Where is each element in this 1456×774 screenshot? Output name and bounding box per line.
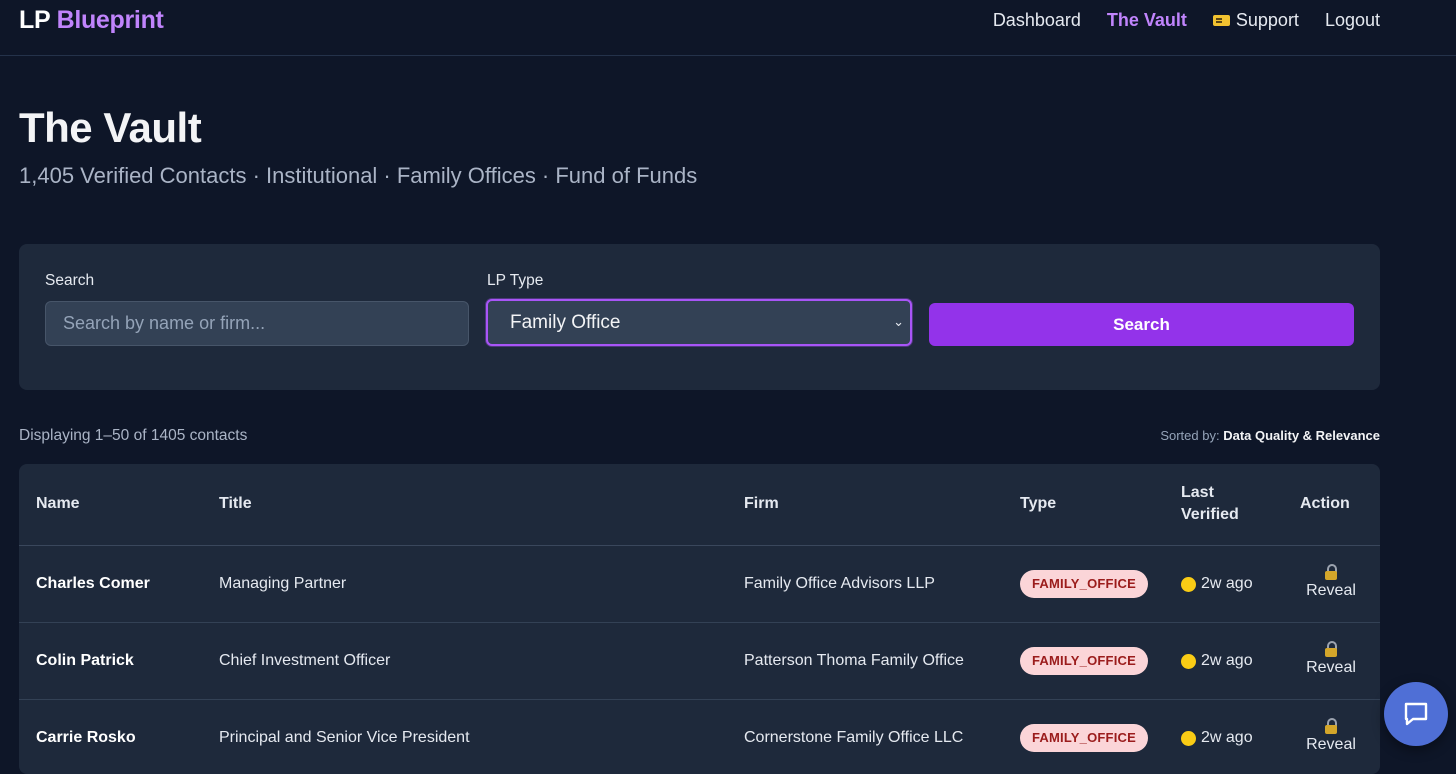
reveal-label: Reveal [1306, 659, 1356, 676]
search-button[interactable]: Search [929, 303, 1354, 346]
sort-label: Sorted by: [1160, 428, 1220, 443]
brand-name: Blueprint [56, 6, 164, 34]
last-verified: 2w ago [1181, 729, 1253, 747]
reveal-button[interactable]: Reveal [1301, 641, 1361, 677]
contact-firm: Cornerstone Family Office LLC [744, 729, 964, 746]
reveal-button[interactable]: Reveal [1301, 564, 1361, 600]
column-header-type[interactable]: Type [1020, 495, 1056, 513]
table-row: Colin Patrick Chief Investment Officer P… [19, 623, 1380, 700]
contact-title: Principal and Senior Vice President [219, 729, 470, 746]
chat-button[interactable] [1384, 682, 1448, 746]
column-header-last-verified[interactable]: Last Verified [1181, 484, 1239, 524]
column-header-title[interactable]: Title [219, 495, 252, 513]
lp-type-select[interactable]: Family Office ⌄ [486, 299, 912, 346]
main-nav: Dashboard The Vault Support Logout [993, 10, 1380, 31]
table-row: Carrie Rosko Principal and Senior Vice P… [19, 700, 1380, 774]
reveal-label: Reveal [1306, 582, 1356, 599]
contacts-table: Name Title Firm Type Last Verified Actio… [19, 464, 1380, 774]
last-verified: 2w ago [1181, 652, 1253, 670]
contact-title: Managing Partner [219, 575, 347, 592]
last-verified-text: 2w ago [1201, 575, 1253, 592]
sort-indicator: Sorted by: Data Quality & Relevance [1160, 428, 1380, 443]
reveal-label: Reveal [1306, 736, 1356, 753]
type-badge: FAMILY_OFFICE [1020, 647, 1148, 675]
brand-logo[interactable]: LP Blueprint [19, 6, 164, 35]
column-header-last-verified-line2: Verified [1181, 506, 1239, 523]
reveal-button[interactable]: Reveal [1301, 718, 1361, 754]
chevron-down-icon: ⌄ [893, 314, 904, 329]
type-badge: FAMILY_OFFICE [1020, 724, 1148, 752]
nav-support-label: Support [1235, 10, 1299, 30]
column-header-action: Action [1300, 495, 1350, 512]
ticket-icon [1212, 15, 1230, 26]
contact-name: Charles Comer [36, 575, 150, 592]
column-header-firm[interactable]: Firm [744, 495, 779, 513]
page-title: The Vault [19, 104, 202, 151]
last-verified-text: 2w ago [1201, 729, 1253, 746]
contact-firm: Patterson Thoma Family Office [744, 652, 964, 669]
status-dot-icon [1181, 576, 1196, 592]
table-row: Charles Comer Managing Partner Family Of… [19, 546, 1380, 623]
nav-support[interactable]: Support [1212, 10, 1299, 31]
lp-type-selected-value: Family Office [510, 311, 621, 333]
lock-icon [1324, 641, 1338, 657]
column-header-last-verified-line1: Last [1181, 484, 1214, 501]
last-verified: 2w ago [1181, 575, 1253, 593]
lock-icon [1324, 718, 1338, 734]
chat-bubble-icon [1404, 702, 1428, 726]
last-verified-text: 2w ago [1201, 652, 1253, 669]
brand-prefix: LP [19, 6, 50, 34]
status-dot-icon [1181, 653, 1196, 669]
sort-value: Data Quality & Relevance [1223, 428, 1380, 443]
results-count: Displaying 1–50 of 1405 contacts [19, 427, 248, 444]
column-header-name[interactable]: Name [36, 495, 80, 513]
search-input[interactable] [45, 301, 469, 346]
status-dot-icon [1181, 730, 1196, 746]
nav-dashboard[interactable]: Dashboard [993, 10, 1081, 31]
lock-icon [1324, 564, 1338, 580]
contact-title: Chief Investment Officer [219, 652, 391, 669]
nav-the-vault[interactable]: The Vault [1107, 10, 1187, 31]
contact-firm: Family Office Advisors LLP [744, 575, 935, 592]
top-navbar: LP Blueprint Dashboard The Vault Support… [0, 0, 1456, 56]
type-badge: FAMILY_OFFICE [1020, 570, 1148, 598]
contact-name: Carrie Rosko [36, 729, 136, 746]
lp-type-label: LP Type [487, 272, 544, 289]
filter-panel: Search LP Type Family Office ⌄ Search [19, 244, 1380, 390]
page-subtitle: 1,405 Verified Contacts · Institutional … [19, 163, 698, 188]
nav-logout[interactable]: Logout [1325, 10, 1380, 31]
table-header: Name Title Firm Type Last Verified Actio… [19, 464, 1380, 546]
contact-name: Colin Patrick [36, 652, 134, 669]
search-label: Search [45, 272, 95, 289]
